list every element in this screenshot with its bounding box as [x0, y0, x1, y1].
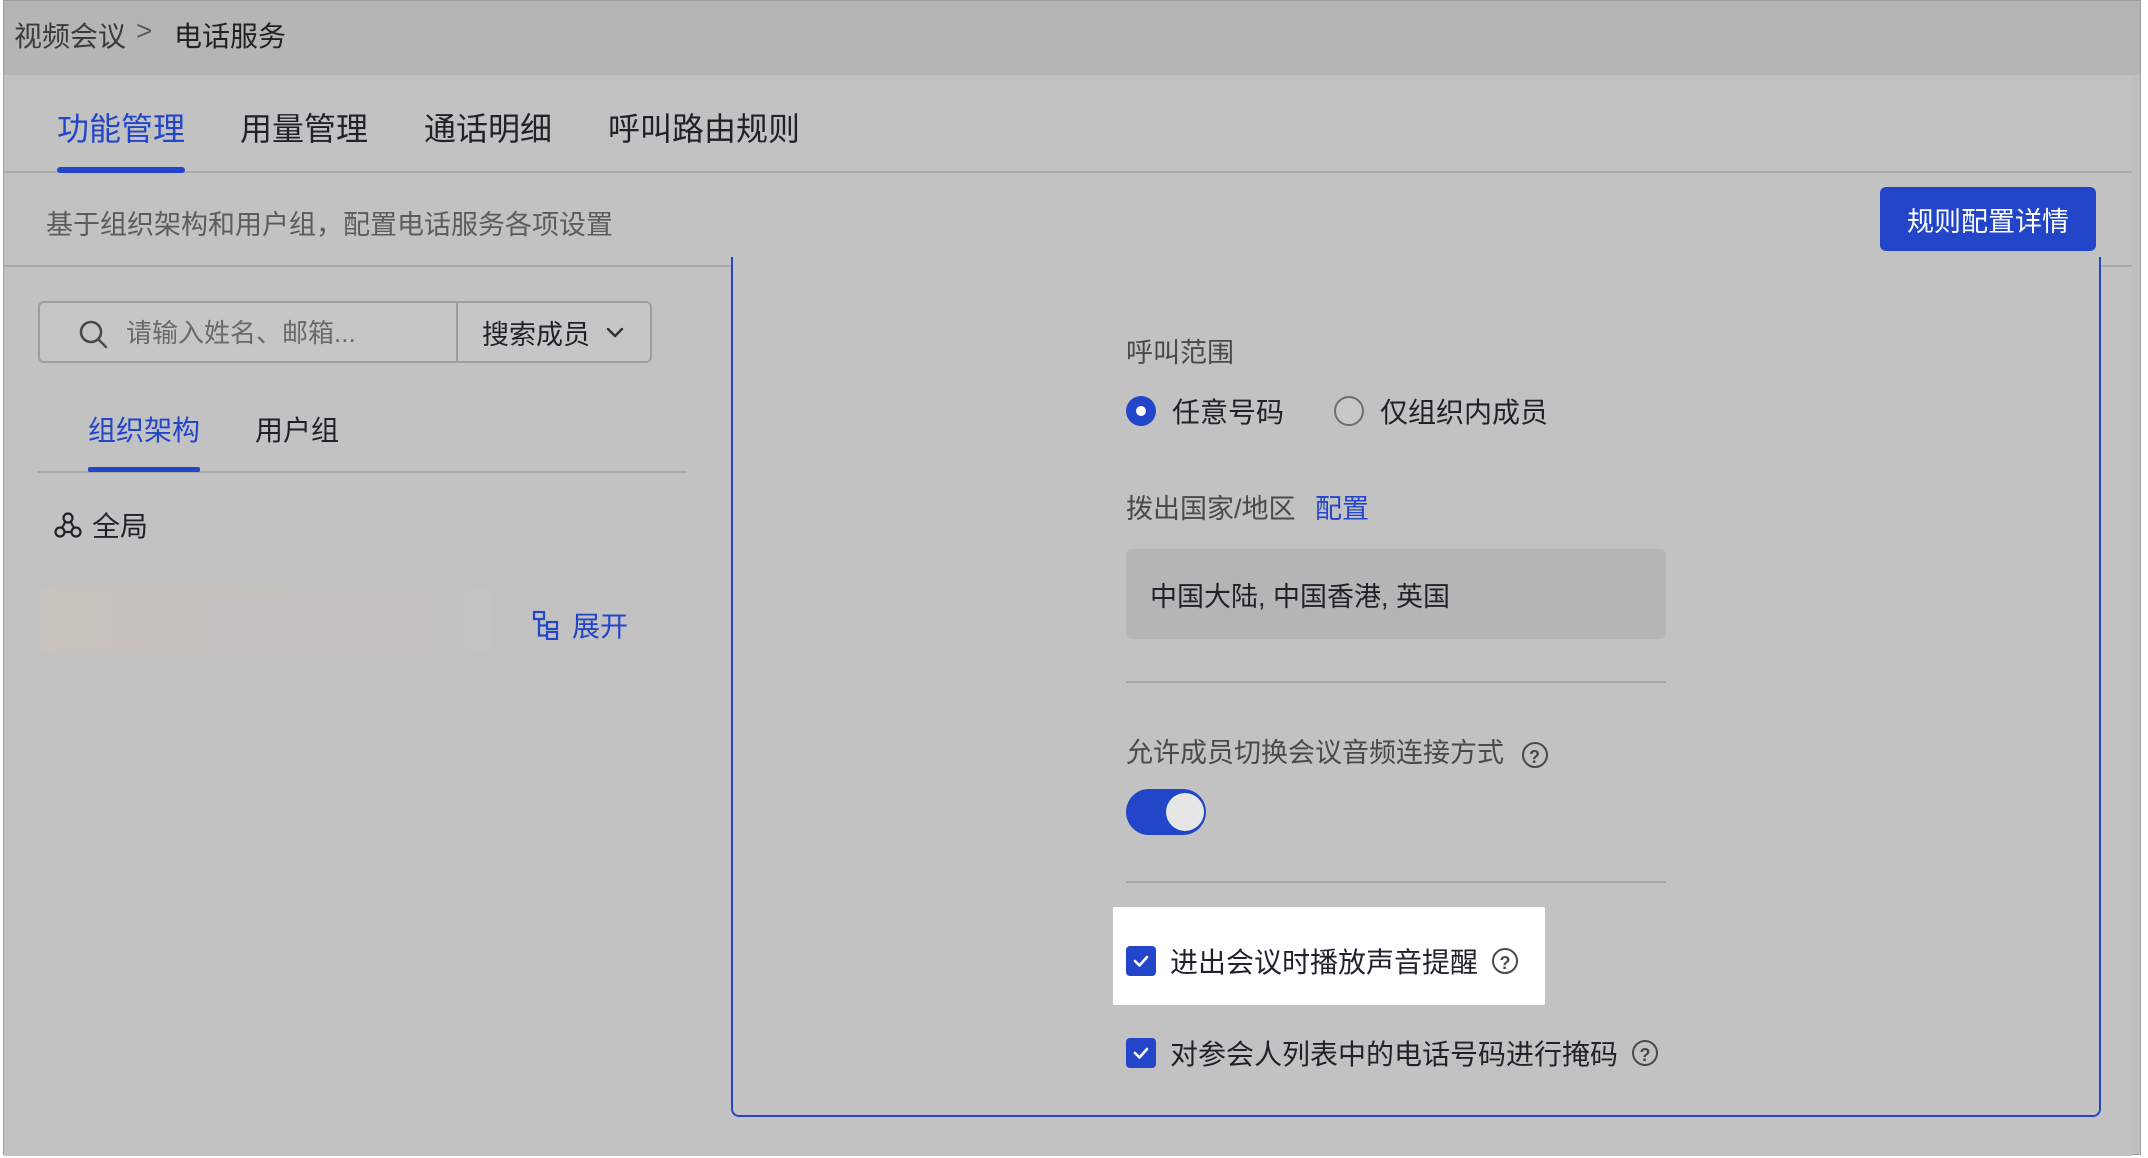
- checkbox-checked-icon: [1126, 1038, 1156, 1068]
- chevron-down-icon: [606, 327, 624, 338]
- tab-call-routing-rules[interactable]: 呼叫路由规则: [608, 104, 800, 150]
- tree-item-global-label: 全局: [92, 511, 149, 542]
- hierarchy-icon: [532, 610, 559, 640]
- audio-switch-label: 允许成员切换会议音频连接方式: [1126, 738, 1504, 768]
- help-icon[interactable]: ?: [1492, 948, 1519, 974]
- call-range-label: 呼叫范围: [1126, 338, 1234, 368]
- join-sound-checkbox[interactable]: 进出会议时播放声音提醒 ?: [1126, 941, 1519, 981]
- breadcrumb-parent[interactable]: 视频会议: [14, 15, 126, 55]
- toggle-knob: [1166, 793, 1204, 831]
- tab-call-details[interactable]: 通话明细: [424, 104, 552, 150]
- tab-feature-management[interactable]: 功能管理: [57, 104, 185, 150]
- radio-any-number-label: 任意号码: [1172, 397, 1285, 428]
- search-input[interactable]: [124, 303, 448, 363]
- page-description: 基于组织架构和用户组，配置电话服务各项设置: [46, 210, 613, 240]
- expand-label: 展开: [572, 611, 629, 642]
- help-icon[interactable]: ?: [1521, 741, 1548, 768]
- search-scope-dropdown[interactable]: 搜索成员: [458, 303, 650, 361]
- settings-card: 呼叫范围 任意号码 仅组织内成员 拨出国家/地区 配置 中国大陆, 中国香港, …: [731, 257, 2101, 1117]
- radio-unchecked-icon: [1334, 396, 1364, 426]
- active-subtab-indicator: [88, 467, 200, 472]
- audio-switch-toggle[interactable]: [1126, 789, 1206, 835]
- blurred-org-name: [40, 587, 494, 653]
- tab-usage-management[interactable]: 用量管理: [240, 104, 368, 150]
- radio-any-number[interactable]: 任意号码: [1126, 391, 1284, 431]
- help-icon[interactable]: ?: [1632, 1040, 1659, 1066]
- mask-numbers-label: 对参会人列表中的电话号码进行掩码: [1170, 1039, 1619, 1070]
- breadcrumb-current: 电话服务: [174, 21, 287, 52]
- mask-numbers-checkbox[interactable]: 对参会人列表中的电话号码进行掩码 ?: [1126, 1033, 1659, 1073]
- app-window: 视频会议 > 电话服务 功能管理 用量管理 通话明细 呼叫路由规则 基于组织架构…: [3, 0, 2141, 1156]
- dial-region-value[interactable]: 中国大陆, 中国香港, 英国: [1126, 549, 1666, 639]
- main-tabs: 功能管理 用量管理 通话明细 呼叫路由规则: [4, 75, 2132, 173]
- rule-details-button[interactable]: 规则配置详情: [1880, 187, 2096, 251]
- org-tree-icon: [54, 512, 82, 538]
- section-divider: [1126, 881, 1666, 883]
- check-icon: [1133, 955, 1149, 967]
- radio-org-members-label: 仅组织内成员: [1380, 397, 1549, 428]
- section-divider: [1126, 681, 1666, 683]
- breadcrumb-separator: >: [136, 15, 153, 46]
- search-icon: [79, 320, 108, 349]
- settings-panel: 呼叫范围 任意号码 仅组织内成员 拨出国家/地区 配置 中国大陆, 中国香港, …: [687, 257, 2132, 1156]
- checkbox-checked-icon: [1126, 946, 1156, 976]
- join-sound-label: 进出会议时播放声音提醒: [1170, 947, 1479, 978]
- tree-item-global[interactable]: 全局: [54, 505, 148, 545]
- dial-region-config-link[interactable]: 配置: [1315, 494, 1369, 524]
- member-search: 搜索成员: [38, 301, 652, 363]
- subtab-user-groups[interactable]: 用户组: [255, 409, 339, 449]
- radio-checked-icon: [1126, 396, 1156, 426]
- dial-region-label: 拨出国家/地区: [1126, 494, 1296, 524]
- top-bar: 视频会议 > 电话服务: [4, 1, 2140, 75]
- check-icon: [1133, 1047, 1149, 1059]
- description-bar: 基于组织架构和用户组，配置电话服务各项设置 规则配置详情: [4, 173, 2132, 267]
- radio-org-members-only[interactable]: 仅组织内成员: [1334, 391, 1548, 431]
- audio-switch-row: 允许成员切换会议音频连接方式 ?: [1126, 731, 1548, 770]
- expand-button[interactable]: 展开: [532, 605, 628, 645]
- search-scope-label: 搜索成员: [482, 319, 590, 350]
- subtab-org-structure[interactable]: 组织架构: [88, 409, 200, 449]
- org-sidebar: 搜索成员 组织架构 用户组 全局: [4, 267, 689, 1156]
- dial-region-row: 拨出国家/地区 配置: [1126, 487, 1369, 526]
